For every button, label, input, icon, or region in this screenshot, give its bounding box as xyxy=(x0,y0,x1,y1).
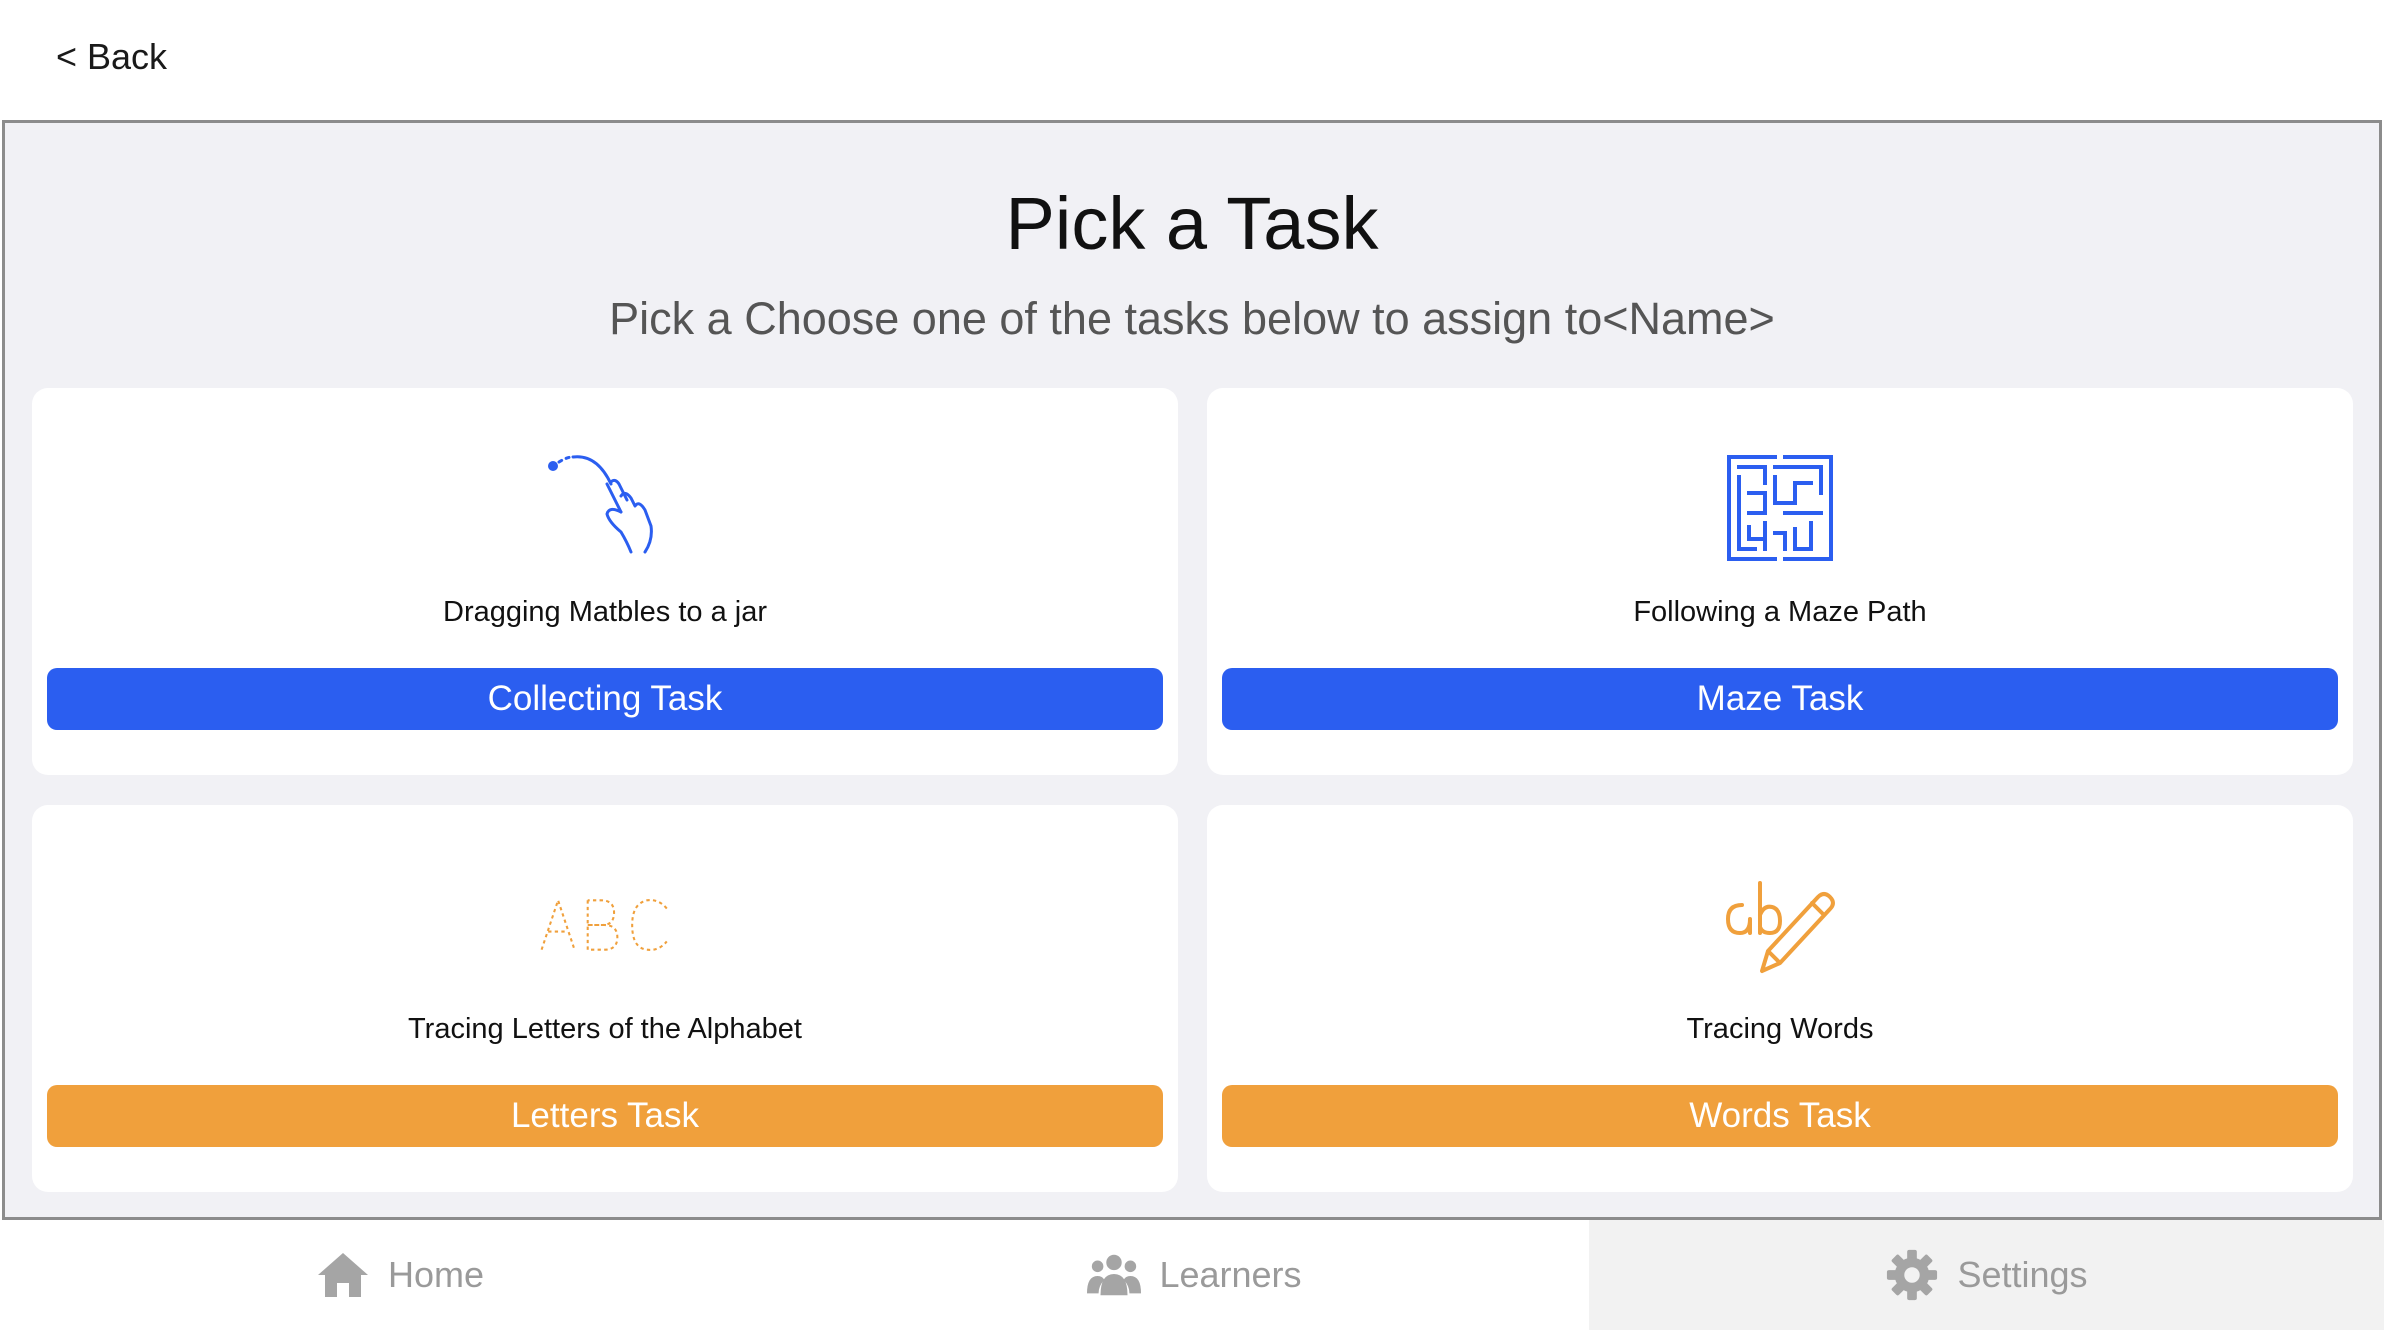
maze-task-button[interactable]: Maze Task xyxy=(1222,668,2338,730)
home-icon xyxy=(316,1248,370,1302)
task-description: Dragging Matbles to a jar xyxy=(443,596,767,628)
tab-settings[interactable]: Settings xyxy=(1589,1220,2384,1330)
tab-learners[interactable]: Learners xyxy=(800,1220,1589,1330)
page-title: Pick a Task xyxy=(1005,182,1379,265)
collecting-task-button[interactable]: Collecting Task xyxy=(47,668,1163,730)
bottom-tab-bar: Home Learners Settings xyxy=(0,1220,2384,1330)
top-bar: < Back xyxy=(0,0,2384,120)
tab-label: Learners xyxy=(1159,1254,1302,1295)
page-subtitle: Pick a Choose one of the tasks below to … xyxy=(609,293,1775,344)
tab-label: Settings xyxy=(1957,1254,2088,1295)
task-card-maze: Following a Maze Path Maze Task xyxy=(1207,388,2353,775)
task-card-letters: Tracing Letters of the Alphabet Letters … xyxy=(32,805,1178,1192)
task-card-words: Tracing Words Words Task xyxy=(1207,805,2353,1192)
back-button[interactable]: < Back xyxy=(56,36,167,78)
tab-home[interactable]: Home xyxy=(0,1220,800,1330)
words-task-button[interactable]: Words Task xyxy=(1222,1085,2338,1147)
learners-icon xyxy=(1087,1248,1142,1302)
task-description: Tracing Words xyxy=(1686,1013,1874,1045)
drag-gesture-icon xyxy=(535,448,675,568)
task-description: Following a Maze Path xyxy=(1633,596,1927,628)
abc-tracing-icon xyxy=(535,865,675,985)
gear-icon xyxy=(1885,1248,1939,1302)
task-description: Tracing Letters of the Alphabet xyxy=(408,1013,802,1045)
letters-task-button[interactable]: Letters Task xyxy=(47,1085,1163,1147)
task-card-collecting: Dragging Matbles to a jar Collecting Tas… xyxy=(32,388,1178,775)
ab-pencil-icon xyxy=(1710,865,1850,985)
task-picker-panel: Pick a Task Pick a Choose one of the tas… xyxy=(2,120,2382,1220)
tab-label: Home xyxy=(387,1254,485,1295)
maze-icon xyxy=(1710,448,1850,568)
